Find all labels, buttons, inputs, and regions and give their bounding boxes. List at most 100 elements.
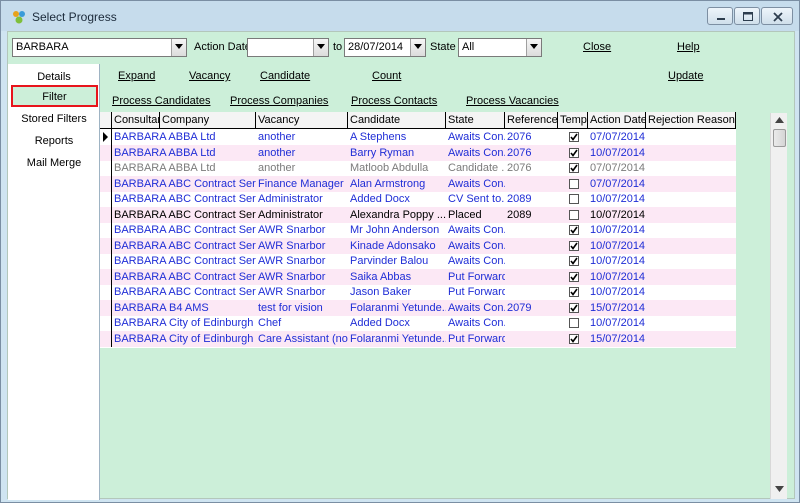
checkmark-icon (570, 149, 578, 157)
table-row[interactable]: BARBARA ABC Contract Serv... AWR Snarbor M… (100, 222, 736, 238)
table-row[interactable]: BARBARA ABC Contract Serv... Administrato… (100, 206, 736, 223)
table-row[interactable]: BARBARA ABC Contract Serv... Administrato… (100, 191, 736, 207)
reference-cell (505, 238, 558, 254)
consultant-select[interactable]: BARBARA (12, 38, 187, 57)
column-header-action-date[interactable]: Action Date (588, 112, 646, 129)
scroll-down-icon[interactable] (775, 486, 784, 492)
chevron-down-icon[interactable] (313, 39, 328, 56)
scrollbar-thumb[interactable] (773, 129, 786, 147)
process-vacancies-link[interactable]: Process Vacancies (466, 95, 559, 107)
row-selector[interactable] (100, 222, 112, 238)
row-selector[interactable] (100, 299, 112, 316)
chevron-down-icon[interactable] (171, 39, 186, 56)
progress-grid-area: ConsultantCompanyVacancyCandidateStateRe… (100, 112, 794, 498)
reference-cell (505, 176, 558, 192)
row-selector[interactable] (100, 253, 112, 269)
temp-checkbox[interactable] (569, 256, 579, 266)
vertical-scrollbar[interactable] (770, 113, 787, 499)
temp-checkbox[interactable] (569, 147, 579, 158)
temp-checkbox[interactable] (569, 240, 579, 251)
company-cell: BARBARA B4 AMS (114, 301, 209, 314)
sidebar-item-mail-merge[interactable]: Mail Merge (8, 154, 100, 172)
vacancy-cell: AWR Snarbor (258, 224, 326, 236)
update-link[interactable]: Update (668, 70, 703, 82)
row-selector[interactable] (100, 268, 112, 285)
temp-checkbox[interactable] (569, 333, 579, 344)
table-row[interactable]: BARBARA ABC Contract Serv... AWR Snarbor S… (100, 268, 736, 285)
title-bar: Select Progress (1, 1, 799, 31)
table-row[interactable]: BARBARA B4 AMS test for vision Folaranmi Y… (100, 299, 736, 316)
row-selector[interactable] (100, 175, 112, 192)
column-header-candidate[interactable]: Candidate (348, 112, 446, 129)
column-header-company[interactable]: Company (160, 112, 256, 129)
temp-checkbox[interactable] (569, 318, 579, 328)
row-selector[interactable] (100, 129, 112, 145)
temp-checkbox[interactable] (569, 271, 579, 282)
column-header-temp[interactable]: Temp (558, 112, 588, 129)
column-header-rejection-reason[interactable]: Rejection Reason (646, 112, 736, 129)
table-row[interactable]: BARBARA City of Edinburgh ... Care Assist… (100, 330, 736, 347)
temp-checkbox[interactable] (569, 209, 579, 220)
column-header-vacancy[interactable]: Vacancy (256, 112, 348, 129)
row-selector[interactable] (100, 237, 112, 254)
expand-link[interactable]: Expand (118, 70, 155, 82)
row-selector[interactable] (100, 160, 112, 176)
scroll-up-icon[interactable] (775, 117, 784, 123)
row-selector[interactable] (100, 206, 112, 223)
table-row[interactable]: BARBARA ABC Contract Serv... AWR Snarbor P… (100, 253, 736, 269)
column-header-state[interactable]: State (446, 112, 505, 129)
process-contacts-link[interactable]: Process Contacts (351, 95, 437, 107)
table-row[interactable]: BARBARA ABBA Ltd another Barry Ryman Awaits… (100, 144, 736, 161)
checkmark-icon (570, 226, 578, 234)
chevron-down-icon[interactable] (410, 39, 425, 56)
state-cell: Awaits Con... (448, 146, 505, 159)
company-cell: BARBARA City of Edinburgh ... (114, 317, 256, 329)
temp-checkbox[interactable] (569, 194, 579, 204)
temp-checkbox[interactable] (569, 178, 579, 189)
sidebar-item-stored-filters[interactable]: Stored Filters (8, 110, 100, 128)
temp-checkbox[interactable] (569, 225, 579, 235)
sidebar-item-reports[interactable]: Reports (8, 132, 100, 150)
table-row[interactable]: BARBARA ABC Contract Serv... AWR Snarbor J… (100, 284, 736, 300)
row-selector[interactable] (100, 315, 112, 331)
process-companies-link[interactable]: Process Companies (230, 95, 328, 107)
row-selector[interactable] (100, 144, 112, 161)
process-candidates-link[interactable]: Process Candidates (112, 95, 210, 107)
action-date-cell: 07/07/2014 (590, 162, 646, 174)
vacancy-link[interactable]: Vacancy (189, 70, 230, 82)
temp-checkbox[interactable] (569, 163, 579, 173)
progress-grid: ConsultantCompanyVacancyCandidateStateRe… (100, 112, 736, 348)
row-selector[interactable] (100, 191, 112, 207)
help-link[interactable]: Help (677, 41, 700, 53)
company-cell: BARBARA ABC Contract Serv... (114, 224, 256, 236)
state-select[interactable]: All (458, 38, 542, 57)
table-row[interactable]: BARBARA City of Edinburgh ... Chef Added D… (100, 315, 736, 331)
column-header-consultant[interactable]: Consultant (112, 112, 160, 129)
sidebar-item-filter[interactable]: Filter (11, 85, 98, 107)
table-row[interactable]: BARBARA ABBA Ltd another A Stephens Awaits … (100, 129, 736, 145)
temp-checkbox[interactable] (569, 132, 579, 142)
table-row[interactable]: BARBARA ABC Contract Serv... Finance Mana… (100, 175, 736, 192)
action-date-to-picker[interactable]: 28/07/2014 (344, 38, 426, 57)
temp-checkbox[interactable] (569, 302, 579, 313)
count-link[interactable]: Count (372, 70, 401, 82)
column-header-reference[interactable]: Reference (505, 112, 558, 129)
maximize-button[interactable] (734, 7, 760, 25)
candidate-link[interactable]: Candidate (260, 70, 310, 82)
close-link[interactable]: Close (583, 41, 611, 53)
action-date-from-picker[interactable] (247, 38, 329, 57)
candidate-cell: Alexandra Poppy ... (350, 208, 446, 221)
row-selector[interactable] (100, 330, 112, 347)
vacancy-cell: Chef (258, 317, 282, 329)
table-row[interactable]: BARBARA ABC Contract Serv... AWR Snarbor K… (100, 237, 736, 254)
action-date-label: Action Date (194, 41, 251, 53)
temp-checkbox[interactable] (569, 287, 579, 297)
grid-corner (100, 112, 112, 129)
minimize-button[interactable] (707, 7, 733, 25)
table-row[interactable]: BARBARA ABBA Ltd another Matloob Abdulla Ca… (100, 160, 736, 176)
sidebar-item-details[interactable]: Details (8, 68, 100, 86)
close-window-button[interactable] (761, 7, 793, 25)
chevron-down-icon[interactable] (526, 39, 541, 56)
row-selector[interactable] (100, 284, 112, 300)
action-date-cell: 10/07/2014 (590, 286, 646, 298)
